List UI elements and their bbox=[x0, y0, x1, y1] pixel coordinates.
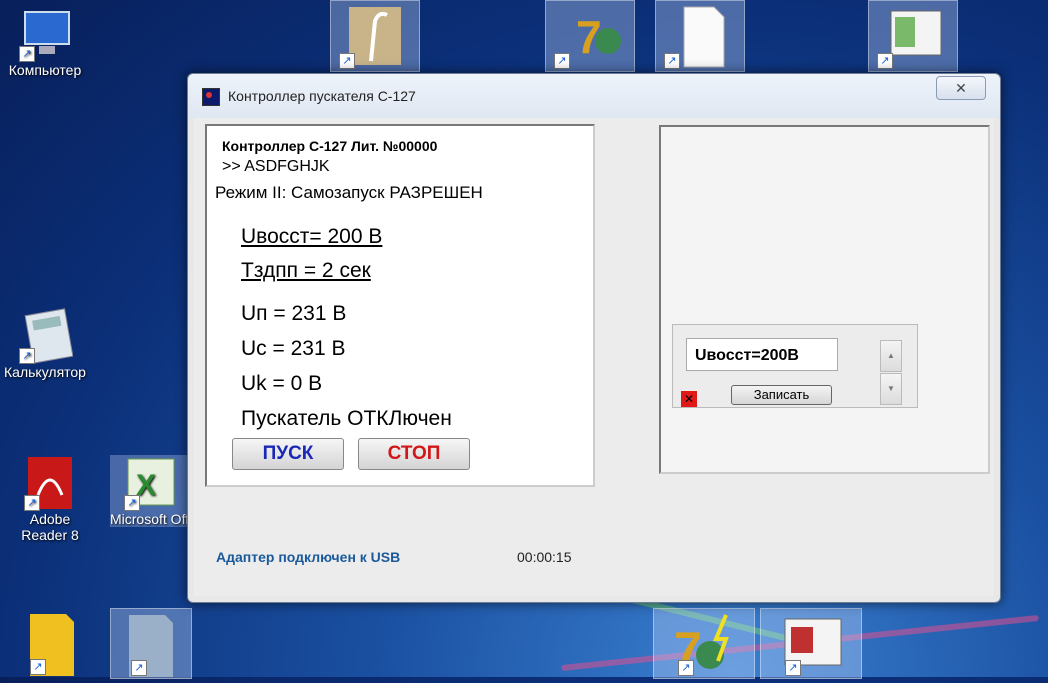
desktop-icon-adobe[interactable]: ↗ Adobe Reader 8 bbox=[10, 455, 90, 543]
desktop-icon-label: Калькулятор bbox=[4, 364, 86, 380]
desktop-shortcut-window[interactable]: ↗ bbox=[868, 0, 958, 72]
seven-globe-lightning-icon: 7 bbox=[674, 614, 729, 678]
desktop-icon-computer[interactable]: ↗ Компьютер bbox=[0, 6, 90, 78]
elapsed-timer: 00:00:15 bbox=[517, 549, 572, 565]
window-title: Контроллер пускателя С-127 bbox=[228, 88, 416, 104]
parameter-input[interactable]: Uвосст=200В bbox=[686, 338, 838, 371]
desktop-shortcut-openoffice1[interactable]: ↗ bbox=[10, 608, 90, 677]
u-p-value: Uп = 231 В bbox=[241, 302, 347, 325]
spin-down-button[interactable]: ▼ bbox=[880, 373, 902, 405]
desktop-icon-label: Microsoft Office Ex bbox=[110, 511, 190, 527]
parameter-editor: Uвосст=200В ▲ ▼ Записать ✕ bbox=[672, 324, 918, 408]
mode-line: Режим II: Самозапуск РАЗРЕШЕН bbox=[215, 183, 483, 202]
starter-state: Пускатель ОТКЛючен bbox=[241, 407, 452, 430]
code-line: >> ASDFGHJK bbox=[222, 158, 330, 175]
excel-icon: X ↗ bbox=[122, 455, 178, 511]
desktop-shortcut-file[interactable]: ↗ bbox=[655, 0, 745, 72]
desktop-shortcut-openoffice2[interactable]: ↗ bbox=[110, 608, 192, 679]
start-button[interactable]: ПУСК bbox=[232, 438, 344, 470]
desktop-shortcut-presentation[interactable]: ↗ bbox=[760, 608, 862, 679]
close-button[interactable]: ✕ bbox=[936, 76, 986, 100]
adapter-status: Адаптер подключен к USB bbox=[216, 549, 401, 565]
controller-display: Контроллер С-127 Лит. №00000 >> ASDFGHJK… bbox=[205, 124, 595, 487]
computer-icon: ↗ bbox=[17, 6, 73, 62]
desktop-icon-label: Компьютер bbox=[8, 62, 82, 78]
desktop-icon-excel[interactable]: X ↗ Microsoft Office Ex bbox=[110, 455, 190, 527]
error-icon: ✕ bbox=[681, 391, 697, 407]
spin-up-button[interactable]: ▲ bbox=[880, 340, 902, 372]
desktop-icon-calculator[interactable]: ↗ Калькулятор bbox=[0, 308, 90, 380]
openoffice-writer-icon bbox=[129, 615, 173, 677]
u-c-value: Uc = 231 В bbox=[241, 337, 346, 360]
stop-button[interactable]: СТОП bbox=[358, 438, 470, 470]
settings-panel: Uвосст=200В ▲ ▼ Записать ✕ bbox=[659, 125, 990, 474]
save-button[interactable]: Записать bbox=[731, 385, 832, 405]
title-bar[interactable]: Контроллер пускателя С-127 ✕ bbox=[188, 74, 1000, 118]
app-window: Контроллер пускателя С-127 ✕ Контроллер … bbox=[187, 73, 1001, 603]
t-delay-value: Тздпп = 2 сек bbox=[241, 259, 371, 282]
u-restore-value: Uвосст= 200 В bbox=[241, 225, 383, 248]
desktop-shortcut-app2[interactable]: 7 ↗ bbox=[545, 0, 635, 72]
openoffice-icon bbox=[30, 614, 74, 676]
window-client: Контроллер С-127 Лит. №00000 >> ASDFGHJK… bbox=[194, 118, 994, 596]
calculator-icon: ↗ bbox=[17, 308, 74, 364]
presentation-icon bbox=[784, 618, 842, 666]
desktop-icon-label: Adobe Reader 8 bbox=[21, 511, 79, 543]
u-k-value: Uk = 0 B bbox=[241, 372, 323, 395]
controller-header: Контроллер С-127 Лит. №00000 bbox=[222, 138, 438, 154]
app-icon bbox=[202, 88, 220, 106]
desktop-shortcut-app1[interactable]: ↗ bbox=[330, 0, 420, 72]
pdf-icon: ↗ bbox=[22, 455, 78, 511]
desktop-shortcut-app3[interactable]: 7 ↗ bbox=[653, 608, 755, 679]
